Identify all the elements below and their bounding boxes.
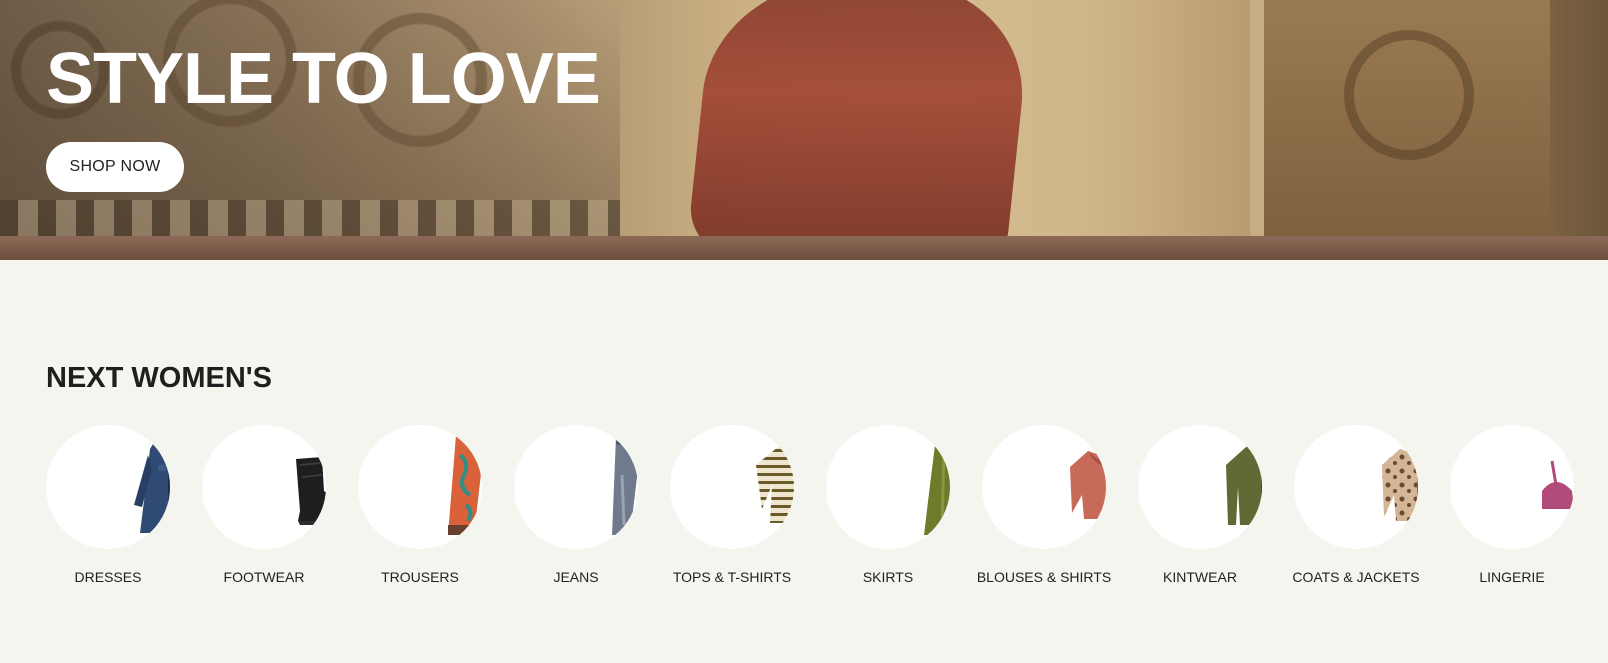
category-image [982, 425, 1106, 549]
trousers-icon [448, 435, 482, 535]
hero-title: STYLE TO LOVE [46, 39, 601, 119]
category-jeans[interactable]: JEANS [514, 425, 638, 585]
hero-door-image [1250, 0, 1550, 250]
category-dresses[interactable]: DRESSES [46, 425, 170, 585]
category-image [1138, 425, 1262, 549]
category-footwear[interactable]: FOOTWEAR [202, 425, 326, 585]
category-skirts[interactable]: SKIRTS [826, 425, 950, 585]
category-tops[interactable]: TOPS & T-SHIRTS [670, 425, 794, 585]
category-coats[interactable]: COATS & JACKETS [1292, 425, 1420, 585]
shop-now-button[interactable]: SHOP NOW [46, 142, 184, 192]
category-label: LINGERIE [1479, 569, 1545, 585]
bra-icon [1542, 460, 1574, 509]
hero-dress-image [685, 0, 1035, 260]
hero-floor [0, 236, 1608, 260]
category-image [358, 425, 482, 549]
category-image [514, 425, 638, 549]
cardigan-icon [1226, 445, 1262, 525]
jeans-icon [612, 437, 638, 535]
category-image [46, 425, 170, 549]
hero-banner[interactable]: STYLE TO LOVE SHOP NOW [0, 0, 1608, 260]
category-trousers[interactable]: TROUSERS [358, 425, 482, 585]
leopard-jacket-icon [1382, 449, 1418, 521]
blouse-icon [1070, 443, 1106, 519]
section-title: NEXT WOMEN'S [46, 362, 273, 394]
category-image [826, 425, 950, 549]
category-image [1450, 425, 1574, 549]
skirt-icon [924, 437, 950, 535]
category-image [202, 425, 326, 549]
category-lingerie[interactable]: LINGERIE [1450, 425, 1574, 585]
category-image [1294, 425, 1418, 549]
dress-icon [134, 437, 170, 533]
striped-top-icon [756, 445, 794, 523]
category-knitwear[interactable]: KINTWEAR [1138, 425, 1262, 585]
category-image [670, 425, 794, 549]
boot-icon [296, 457, 326, 525]
category-carousel: DRESSES FOOTWEAR TROUSERS JEANS TOPS & T… [46, 425, 1586, 595]
door-rosette [1344, 30, 1474, 160]
category-blouses[interactable]: BLOUSES & SHIRTS [977, 425, 1111, 585]
